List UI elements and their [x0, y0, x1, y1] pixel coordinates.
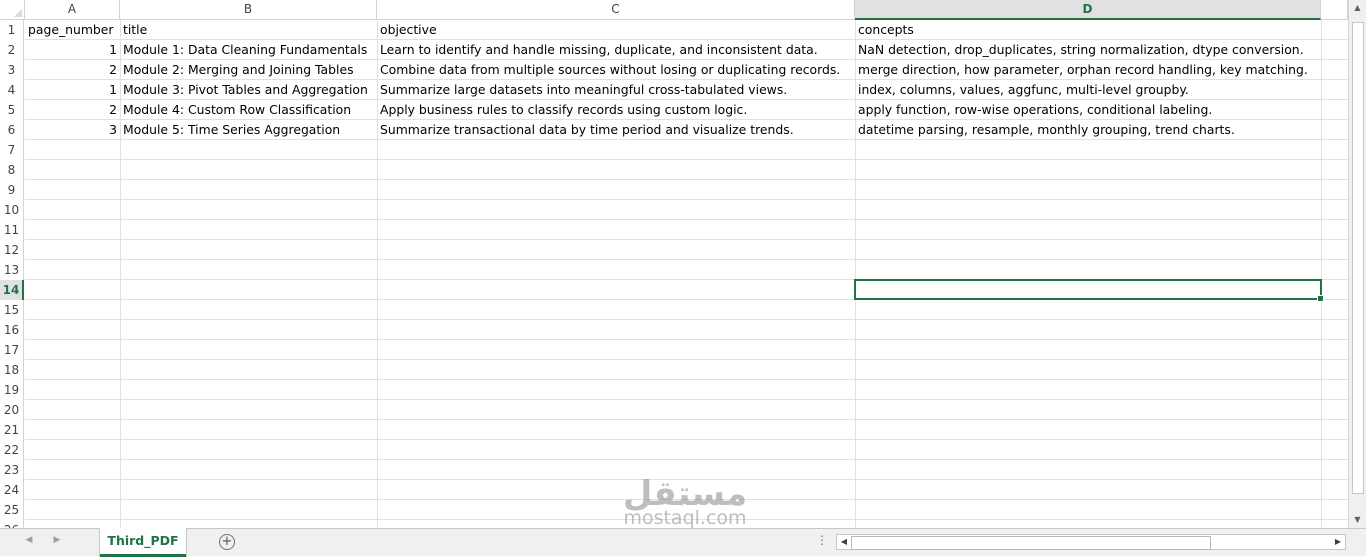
table-row — [25, 160, 1348, 180]
row-header-18[interactable]: 18 — [0, 360, 24, 380]
column-header-b[interactable]: B — [120, 0, 377, 19]
cell-c3[interactable]: Combine data from multiple sources witho… — [377, 60, 855, 80]
cell-a3[interactable]: 2 — [25, 60, 120, 80]
row-header-23[interactable]: 23 — [0, 460, 24, 480]
table-row — [25, 360, 1348, 380]
cell-b4[interactable]: Module 3: Pivot Tables and Aggregation — [120, 80, 377, 100]
table-row — [25, 260, 1348, 280]
row-header-4[interactable]: 4 — [0, 80, 24, 100]
row-header-15[interactable]: 15 — [0, 300, 24, 320]
table-row — [25, 460, 1348, 480]
row-header-3[interactable]: 3 — [0, 60, 24, 80]
table-row — [25, 140, 1348, 160]
cell-b6[interactable]: Module 5: Time Series Aggregation — [120, 120, 377, 140]
cell-c4[interactable]: Summarize large datasets into meaningful… — [377, 80, 855, 100]
row-header-26[interactable]: 26 — [0, 520, 24, 528]
row-header-11[interactable]: 11 — [0, 220, 24, 240]
cell-b2[interactable]: Module 1: Data Cleaning Fundamentals — [120, 40, 377, 60]
add-sheet-icon[interactable]: + — [219, 534, 235, 550]
cell-b1[interactable]: title — [120, 20, 377, 40]
cell-c1[interactable]: objective — [377, 20, 855, 40]
row-header-14[interactable]: 14 — [0, 280, 24, 300]
vertical-scrollbar[interactable]: ▲ ▼ — [1348, 0, 1366, 528]
cell-d3[interactable]: merge direction, how parameter, orphan r… — [855, 60, 1321, 80]
cell-a5[interactable]: 2 — [25, 100, 120, 120]
row-header-17[interactable]: 17 — [0, 340, 24, 360]
row-header-20[interactable]: 20 — [0, 400, 24, 420]
table-row — [25, 480, 1348, 500]
cell-d1[interactable]: concepts — [855, 20, 1321, 40]
cell-a6[interactable]: 3 — [25, 120, 120, 140]
table-row — [25, 240, 1348, 260]
cell-a1[interactable]: page_number — [25, 20, 120, 40]
table-row — [25, 180, 1348, 200]
row-header-9[interactable]: 9 — [0, 180, 24, 200]
vertical-scroll-thumb[interactable] — [1352, 22, 1364, 494]
row-header-6[interactable]: 6 — [0, 120, 24, 140]
cell-c2[interactable]: Learn to identify and handle missing, du… — [377, 40, 855, 60]
cell-grid[interactable]: page_number title objective concepts 1 Module… — [25, 20, 1348, 528]
column-header-bar: ABCD — [0, 0, 1348, 20]
table-row — [25, 320, 1348, 340]
row-header-5[interactable]: 5 — [0, 100, 24, 120]
table-row — [25, 420, 1348, 440]
horizontal-scroll-thumb[interactable] — [851, 536, 1211, 550]
column-header-d[interactable]: D — [855, 0, 1321, 20]
cell-d5[interactable]: apply function, row-wise operations, con… — [855, 100, 1321, 120]
row-header-12[interactable]: 12 — [0, 240, 24, 260]
table-row — [25, 500, 1348, 520]
table-row — [25, 220, 1348, 240]
row-header-2[interactable]: 2 — [0, 40, 24, 60]
cell-d6[interactable]: datetime parsing, resample, monthly grou… — [855, 120, 1321, 140]
table-row — [25, 520, 1348, 528]
table-row — [25, 200, 1348, 220]
table-row — [25, 400, 1348, 420]
spreadsheet-area[interactable]: ABCD 1 2 3 4 5 6 7 8 9 10 11 12 13 14 15 16 17 18 19 20 21 22… — [0, 0, 1348, 528]
scroll-up-icon[interactable]: ▲ — [1349, 0, 1366, 16]
column-header-c[interactable]: C — [377, 0, 855, 19]
sheet-tab-third-pdf[interactable]: Third_PDF — [100, 528, 186, 557]
horizontal-scrollbar[interactable]: ◀ ▶ — [836, 534, 1346, 550]
row-header-13[interactable]: 13 — [0, 260, 24, 280]
table-row — [25, 440, 1348, 460]
row-header-21[interactable]: 21 — [0, 420, 24, 440]
cell-d2[interactable]: NaN detection, drop_duplicates, string n… — [855, 40, 1321, 60]
row-header-8[interactable]: 8 — [0, 160, 24, 180]
scroll-left-icon[interactable]: ◀ — [837, 535, 851, 549]
table-row — [25, 340, 1348, 360]
selected-cell-d14[interactable] — [854, 279, 1324, 302]
cell-a4[interactable]: 1 — [25, 80, 120, 100]
tab-prev-icon[interactable]: ◀ — [22, 535, 36, 545]
row-header-16[interactable]: 16 — [0, 320, 24, 340]
column-header-e[interactable] — [1321, 0, 1348, 19]
cell-d4[interactable]: index, columns, values, aggfunc, multi-l… — [855, 80, 1321, 100]
row-header-7[interactable]: 7 — [0, 140, 24, 160]
table-row — [25, 380, 1348, 400]
scroll-down-icon[interactable]: ▼ — [1349, 512, 1366, 528]
sheet-tab-bar: ◀ ▶ Third_PDF + ⋮ ◀ ▶ — [0, 528, 1366, 557]
cell-b5[interactable]: Module 4: Custom Row Classification — [120, 100, 377, 120]
scroll-right-icon[interactable]: ▶ — [1331, 535, 1345, 549]
tab-split-handle[interactable]: ⋮ — [816, 533, 828, 547]
cell-c6[interactable]: Summarize transactional data by time per… — [377, 120, 855, 140]
row-header-10[interactable]: 10 — [0, 200, 24, 220]
row-header-1[interactable]: 1 — [0, 20, 24, 40]
select-all-button[interactable] — [0, 0, 25, 19]
cell-a2[interactable]: 1 — [25, 40, 120, 60]
row-header-19[interactable]: 19 — [0, 380, 24, 400]
row-header-22[interactable]: 22 — [0, 440, 24, 460]
cell-b3[interactable]: Module 2: Merging and Joining Tables — [120, 60, 377, 80]
row-header-25[interactable]: 25 — [0, 500, 24, 520]
tab-next-icon[interactable]: ▶ — [50, 535, 64, 545]
row-header-24[interactable]: 24 — [0, 480, 24, 500]
column-header-a[interactable]: A — [25, 0, 120, 19]
table-row — [25, 300, 1348, 320]
cell-c5[interactable]: Apply business rules to classify records… — [377, 100, 855, 120]
